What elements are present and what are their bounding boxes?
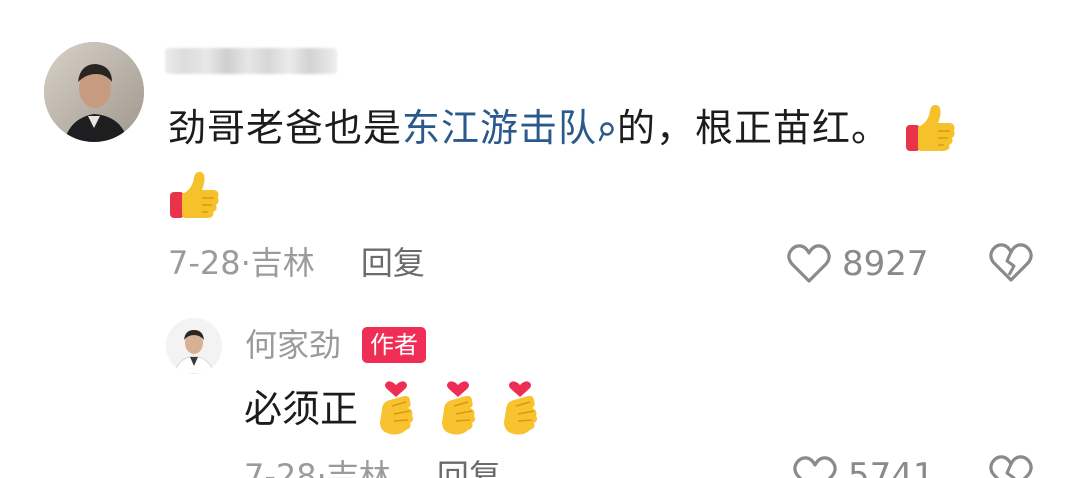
- comment-meta: 7-28·吉林 回复: [168, 242, 425, 284]
- reply-like-count: 5741: [848, 456, 935, 478]
- heart-hands-icon: [504, 381, 538, 435]
- heart-icon: [787, 244, 831, 283]
- broken-heart-icon[interactable]: [988, 242, 1034, 288]
- broken-heart-icon[interactable]: [988, 454, 1034, 478]
- search-link[interactable]: 东江游击队: [402, 106, 597, 150]
- reply-like-button[interactable]: 5741: [792, 452, 935, 478]
- comment-text: 劲哥老爸也是东江游击队 的，根正苗红。: [168, 102, 1028, 155]
- commenter-avatar[interactable]: [44, 42, 144, 142]
- search-icon[interactable]: [597, 106, 617, 142]
- author-badge: 作者: [362, 327, 426, 363]
- comment-text-part: 劲哥老爸也是: [168, 106, 403, 150]
- comment-text-part: 的，根正苗红。: [617, 106, 891, 150]
- reply-button[interactable]: 回复: [437, 457, 501, 478]
- thumbs-up-icon: [168, 168, 222, 226]
- heart-hands-icon: [380, 381, 414, 435]
- like-count: 8927: [842, 244, 929, 284]
- comment-thread: 劲哥老爸也是东江游击队 的，根正苗红。 7-28·吉林 回复 8927 何家劲 …: [0, 0, 1080, 478]
- commenter-name-blurred[interactable]: [165, 48, 337, 74]
- reply-text-content: 必须正: [244, 387, 359, 431]
- heart-icon: [793, 456, 837, 478]
- heart-hands-icon: [442, 381, 476, 435]
- reply-meta: 7-28·吉林 回复: [244, 455, 501, 478]
- reply-text: 必须正: [244, 380, 544, 438]
- reply-button[interactable]: 回复: [361, 244, 425, 282]
- reply-author-avatar[interactable]: [166, 318, 222, 374]
- comment-date-location: 7-28·吉林: [168, 244, 315, 282]
- like-button[interactable]: 8927: [786, 240, 929, 288]
- thumbs-up-icon: [904, 101, 958, 155]
- reply-date-location: 7-28·吉林: [244, 457, 391, 478]
- reply-author-name[interactable]: 何家劲: [245, 325, 341, 365]
